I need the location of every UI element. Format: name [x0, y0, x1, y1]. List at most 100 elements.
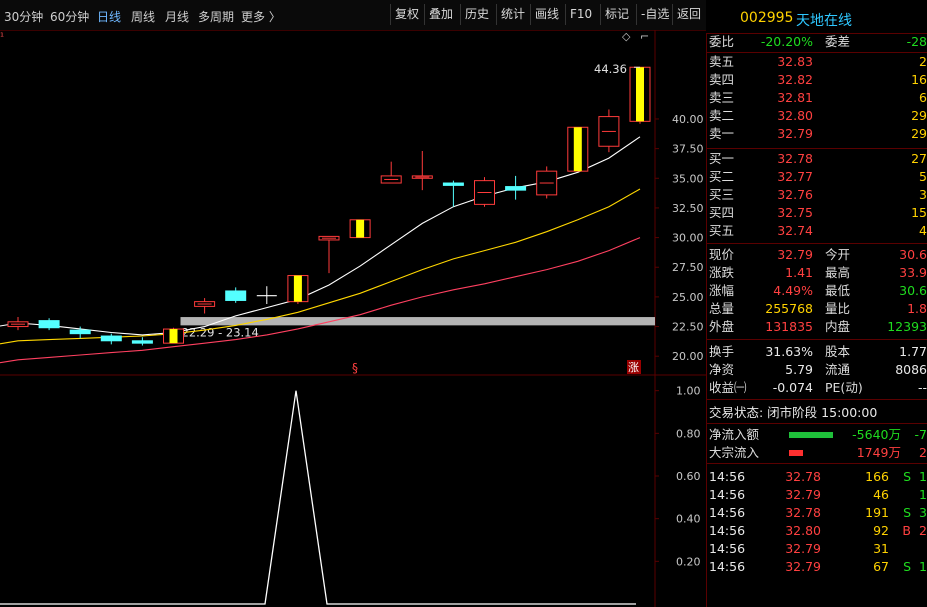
candle-body[interactable] — [69, 329, 91, 335]
stat-value: 33.9 — [899, 265, 927, 280]
toolbar-action-3[interactable]: 统计 — [496, 4, 529, 25]
candle-body[interactable] — [442, 182, 464, 186]
candle-body[interactable] — [225, 290, 247, 301]
high-price-label: 44.36 — [594, 62, 627, 76]
event-mark-s[interactable]: § — [352, 361, 358, 375]
sell-row: 卖五 32.83 2 — [707, 53, 927, 71]
candle-fill — [636, 67, 644, 122]
stat-row: 涨跌 1.41 最高 33.9 — [707, 264, 927, 282]
candle-body[interactable] — [38, 320, 60, 329]
tick-time: 14:56 — [709, 541, 746, 556]
candle-fill — [356, 219, 365, 238]
period-tab-3[interactable]: 周线 — [131, 8, 155, 25]
stat-value: 131835 — [765, 319, 813, 334]
stat-value: 5.79 — [785, 362, 813, 377]
candle-body[interactable] — [505, 186, 527, 191]
toolbar-action-5[interactable]: F10 — [565, 4, 596, 25]
stat-row: 现价 32.79 今开 30.6 — [707, 246, 927, 264]
buy-price: 32.74 — [777, 223, 813, 238]
stat-label: 股本 — [825, 344, 851, 359]
sep — [707, 243, 927, 244]
buy-price: 32.75 — [777, 205, 813, 220]
tick-time: 14:56 — [709, 469, 746, 484]
tick-count: 1 — [919, 469, 927, 484]
buy-row: 买三 32.76 3 — [707, 186, 927, 204]
stat-value: -0.074 — [772, 380, 813, 395]
tick-row: 14:56 32.79 31 — [707, 540, 927, 558]
stat2-row: 换手 31.63% 股本 1.77 — [707, 343, 927, 361]
tick-time: 14:56 — [709, 559, 746, 574]
kline-chart[interactable]: 40.00 37.50 35.00 32.50 30.00 27.50 25.00 22.50… — [0, 30, 706, 607]
tick-volume: 31 — [873, 541, 889, 556]
stat-value: 31.63% — [765, 344, 813, 359]
stat-value: 12393 — [887, 319, 927, 334]
trade-status-row: 交易状态: 闭市阶段 15:00:00 — [707, 404, 927, 422]
tick-price: 32.79 — [785, 559, 821, 574]
stat-row: 总量 255768 量比 1.8 — [707, 300, 927, 318]
period-tab-6[interactable]: 更多 〉 — [241, 8, 281, 25]
y-tick-label: 37.50 — [672, 143, 704, 156]
sub-y-tick-label: 1.00 — [676, 385, 701, 398]
candle-fill — [169, 329, 178, 344]
candle-fill — [573, 127, 582, 172]
tick-flag: B — [902, 523, 911, 538]
sell-volume: 16 — [911, 72, 927, 87]
tick-volume: 67 — [873, 559, 889, 574]
toolbar-action-8[interactable]: 返回 — [672, 4, 705, 25]
flow-row: 净流入额 -5640万 -7 — [707, 426, 927, 444]
stat-label: 总量 — [709, 301, 735, 316]
stat-label: 内盘 — [825, 319, 851, 334]
period-tab-4[interactable]: 月线 — [165, 8, 189, 25]
stat-label: 涨幅 — [709, 283, 735, 298]
weibi-row: 委比 -20.20% 委差 -28 — [707, 33, 927, 51]
chart-toolbar: 30分钟 60分钟 日线 周线 月线 多周期 更多 〉 复权 叠加 历史 统计 画线 F10 标记 -自选… — [0, 0, 706, 31]
y-tick-label: 20.00 — [672, 350, 704, 363]
buy-price: 32.76 — [777, 187, 813, 202]
sell-label: 卖五 — [709, 54, 735, 69]
buy-label: 买二 — [709, 169, 735, 184]
stat-value: 8086 — [895, 362, 927, 377]
sep — [707, 423, 927, 424]
toolbar-action-4[interactable]: 画线 — [530, 4, 563, 25]
toolbar-action-6[interactable]: 标记 — [600, 4, 633, 25]
sep — [707, 339, 927, 340]
toolbar-action-1[interactable]: 叠加 — [424, 4, 457, 25]
y-tick-label: 35.00 — [672, 172, 704, 185]
tick-flag: S — [903, 559, 911, 574]
sell-price: 32.83 — [777, 54, 813, 69]
buy-label: 买五 — [709, 223, 735, 238]
stat-label: 换手 — [709, 344, 735, 359]
stat-label: 外盘 — [709, 319, 735, 334]
toolbar-action-7[interactable]: -自选 — [636, 4, 673, 25]
buy-row: 买一 32.78 27 — [707, 150, 927, 168]
stat2-row: 净资 5.79 流通 8086 — [707, 361, 927, 379]
stat-value: 1.8 — [907, 301, 927, 316]
stat-value: 1.77 — [899, 344, 927, 359]
sell-row: 卖四 32.82 16 — [707, 71, 927, 89]
sell-volume: 29 — [911, 126, 927, 141]
tick-time: 14:56 — [709, 523, 746, 538]
y-tick-label: 40.00 — [672, 113, 704, 126]
limit-up-label: 涨 — [628, 361, 639, 374]
stat-value: 32.79 — [777, 247, 813, 262]
toolbar-action-2[interactable]: 历史 — [460, 4, 493, 25]
sep — [707, 148, 927, 149]
sep — [707, 399, 927, 400]
settings-arrow-icon[interactable]: ⌐ — [640, 30, 649, 43]
stat-value: 30.6 — [899, 283, 927, 298]
buy-volume: 15 — [911, 205, 927, 220]
period-tab-1[interactable]: 60分钟 — [50, 8, 89, 25]
sub-y-tick-label: 0.20 — [676, 555, 701, 568]
candle-body[interactable] — [100, 335, 122, 342]
tick-row: 14:56 32.78 166 S 1 — [707, 468, 927, 486]
period-tab-5[interactable]: 多周期 — [198, 8, 234, 25]
sell-row: 卖三 32.81 6 — [707, 89, 927, 107]
stat-label: 现价 — [709, 247, 735, 262]
ma-line-2 — [0, 237, 641, 364]
toolbar-action-0[interactable]: 复权 — [390, 4, 423, 25]
tick-count: 3 — [919, 505, 927, 520]
diamond-icon[interactable]: ◇ — [622, 30, 631, 43]
period-tab-2[interactable]: 日线 — [97, 8, 121, 25]
candle-body[interactable] — [131, 340, 153, 344]
period-tab-0[interactable]: 30分钟 — [4, 8, 43, 25]
